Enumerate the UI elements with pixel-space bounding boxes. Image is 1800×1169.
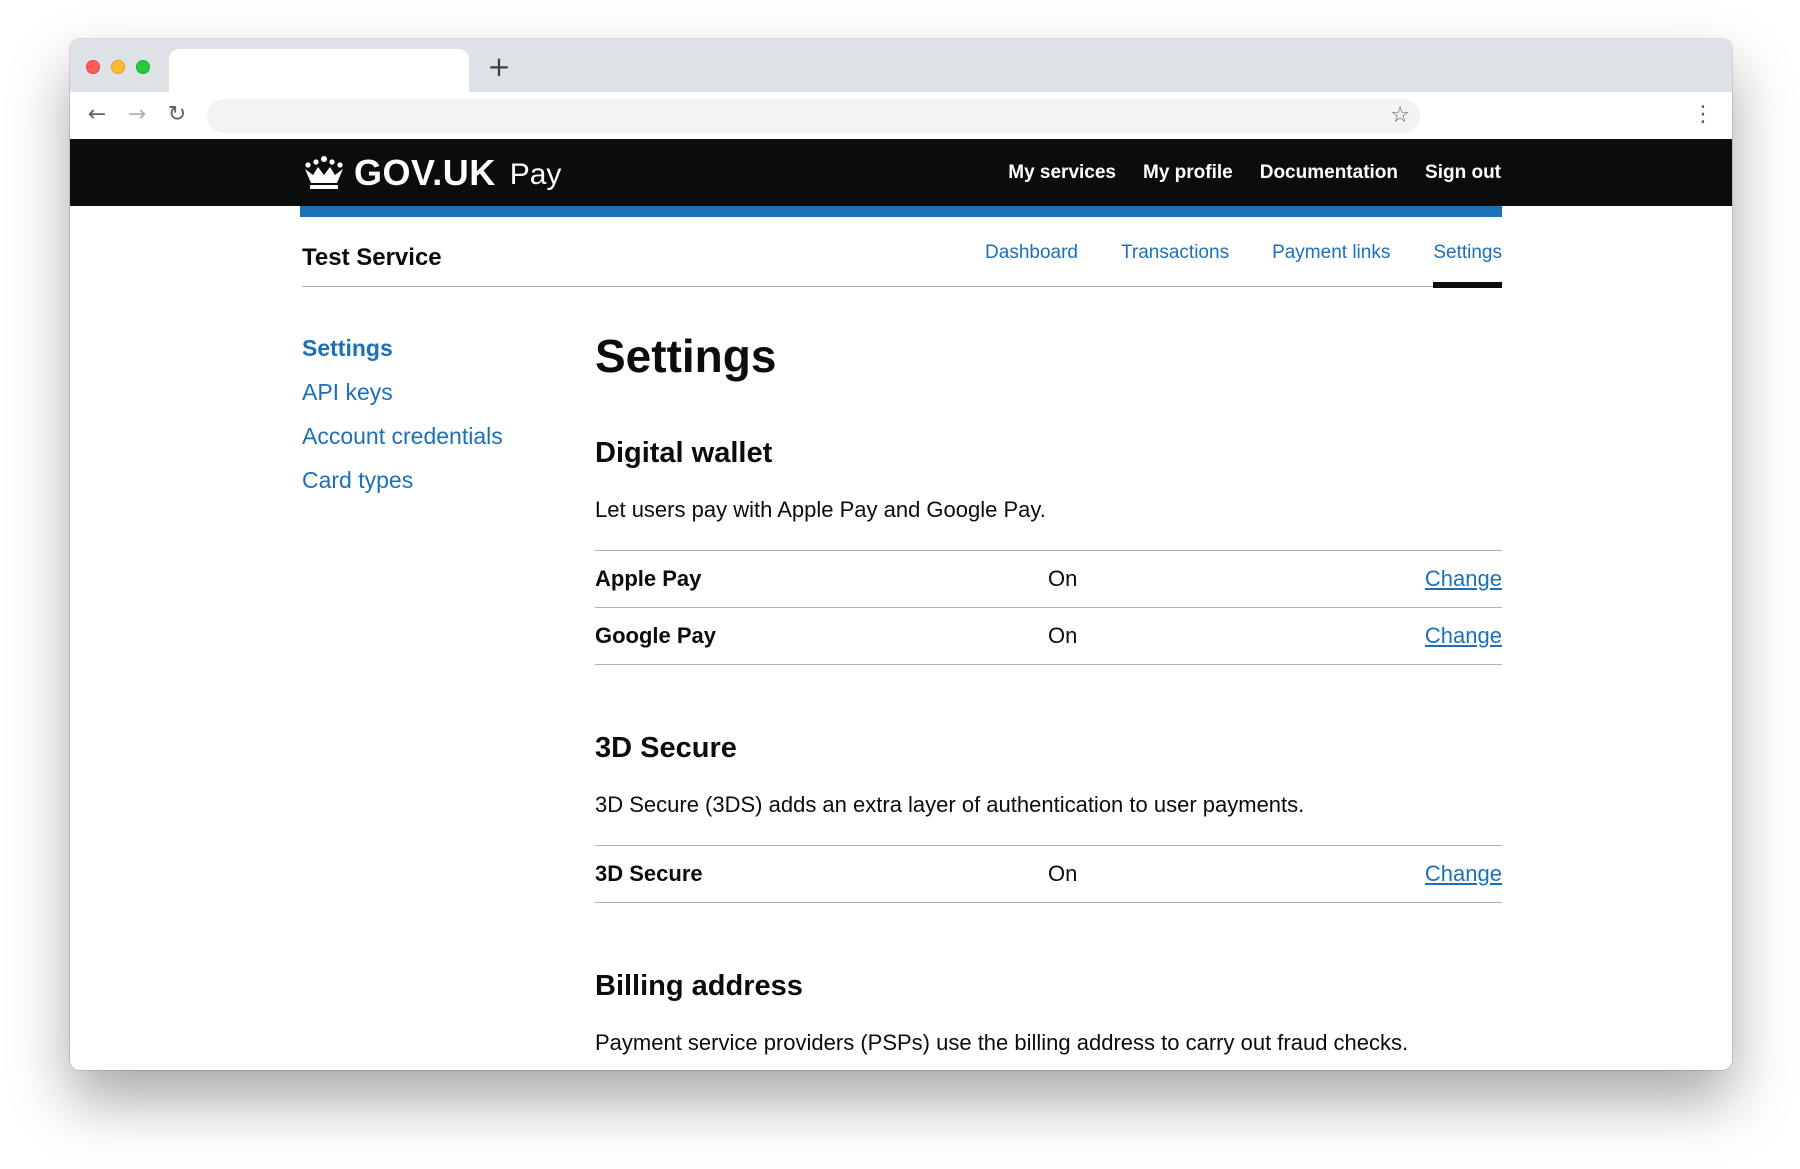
section-3d-secure: 3D Secure 3D Secure (3DS) adds an extra … [595, 730, 1502, 903]
section-title: 3D Secure [595, 732, 737, 764]
row-key: 3D Secure [595, 861, 703, 886]
row-value: On [1048, 623, 1078, 648]
header-blue-bar [300, 206, 1502, 217]
summary-row-google-pay: Google Pay On Change [595, 608, 1502, 665]
crown-icon [305, 156, 343, 189]
tab-transactions[interactable]: Transactions [1121, 217, 1229, 287]
minimize-window-button[interactable] [111, 60, 125, 74]
nav-documentation[interactable]: Documentation [1260, 162, 1398, 184]
reload-icon[interactable]: ↻ [163, 101, 191, 129]
change-3d-secure-link[interactable]: Change [1425, 861, 1502, 887]
section-digital-wallet: Digital wallet Let users pay with Apple … [595, 435, 1502, 665]
tab-dashboard[interactable]: Dashboard [985, 217, 1078, 287]
govuk-logo[interactable]: GOV.UK Pay [302, 151, 561, 195]
maximize-window-button[interactable] [136, 60, 150, 74]
summary-list: Apple Pay On Change Google Pay On Change [595, 550, 1502, 665]
header-nav: My services My profile Documentation Sig… [1008, 139, 1501, 206]
tab-strip: + [70, 39, 1732, 92]
service-tabs: Dashboard Transactions Payment links Set… [985, 217, 1502, 288]
section-billing-address: Billing address Payment service provider… [595, 968, 1502, 1058]
sidebar-item-card-types[interactable]: Card types [302, 467, 562, 511]
browser-toolbar: ← → ↻ ☆ ⋮ [70, 92, 1732, 139]
product-name: Pay [509, 158, 562, 191]
row-key: Google Pay [595, 623, 717, 648]
row-key: Apple Pay [595, 566, 702, 591]
page-title: Settings [595, 330, 777, 382]
bookmark-star-icon[interactable]: ☆ [1390, 102, 1410, 130]
back-arrow-icon[interactable]: ← [83, 101, 111, 129]
logo-text: GOV.UK [354, 152, 496, 193]
section-title: Digital wallet [595, 437, 773, 469]
section-description: Let users pay with Apple Pay and Google … [595, 497, 1046, 522]
sidebar-item-api-keys[interactable]: API keys [302, 379, 562, 423]
tab-payment-links[interactable]: Payment links [1272, 217, 1390, 287]
nav-sign-out[interactable]: Sign out [1425, 162, 1501, 184]
close-window-button[interactable] [86, 60, 100, 74]
change-google-pay-link[interactable]: Change [1425, 623, 1502, 649]
row-value: On [1048, 566, 1078, 591]
summary-list: 3D Secure On Change [595, 845, 1502, 903]
browser-tab[interactable] [169, 49, 469, 92]
new-tab-icon[interactable]: + [485, 53, 513, 81]
row-value: On [1048, 861, 1078, 886]
govuk-header: GOV.UK Pay My services My profile Docume… [70, 139, 1732, 206]
section-title: Billing address [595, 970, 803, 1002]
nav-my-profile[interactable]: My profile [1143, 162, 1233, 184]
summary-row-3d-secure: 3D Secure On Change [595, 846, 1502, 903]
page-viewport: GOV.UK Pay My services My profile Docume… [70, 139, 1732, 1070]
change-apple-pay-link[interactable]: Change [1425, 566, 1502, 592]
nav-my-services[interactable]: My services [1008, 162, 1116, 184]
section-description: 3D Secure (3DS) adds an extra layer of a… [595, 792, 1305, 817]
address-bar[interactable]: ☆ [207, 99, 1420, 133]
sidebar-item-account-credentials[interactable]: Account credentials [302, 423, 562, 467]
browser-menu-icon[interactable]: ⋮ [1692, 101, 1714, 129]
service-name: Test Service [302, 244, 442, 271]
main-content: Settings Digital wallet Let users pay wi… [595, 329, 1502, 1070]
sidebar-item-settings[interactable]: Settings [302, 335, 562, 379]
settings-sidebar: Settings API keys Account credentials Ca… [302, 335, 562, 511]
summary-row-apple-pay: Apple Pay On Change [595, 551, 1502, 608]
section-description: Payment service providers (PSPs) use the… [595, 1030, 1409, 1055]
service-navigation: Test Service Dashboard Transactions Paym… [302, 217, 1502, 288]
tab-settings[interactable]: Settings [1433, 217, 1502, 288]
forward-arrow-icon[interactable]: → [123, 101, 151, 129]
browser-window: + ← → ↻ ☆ ⋮ GOV.UK Pay My services My pr… [70, 39, 1732, 1070]
